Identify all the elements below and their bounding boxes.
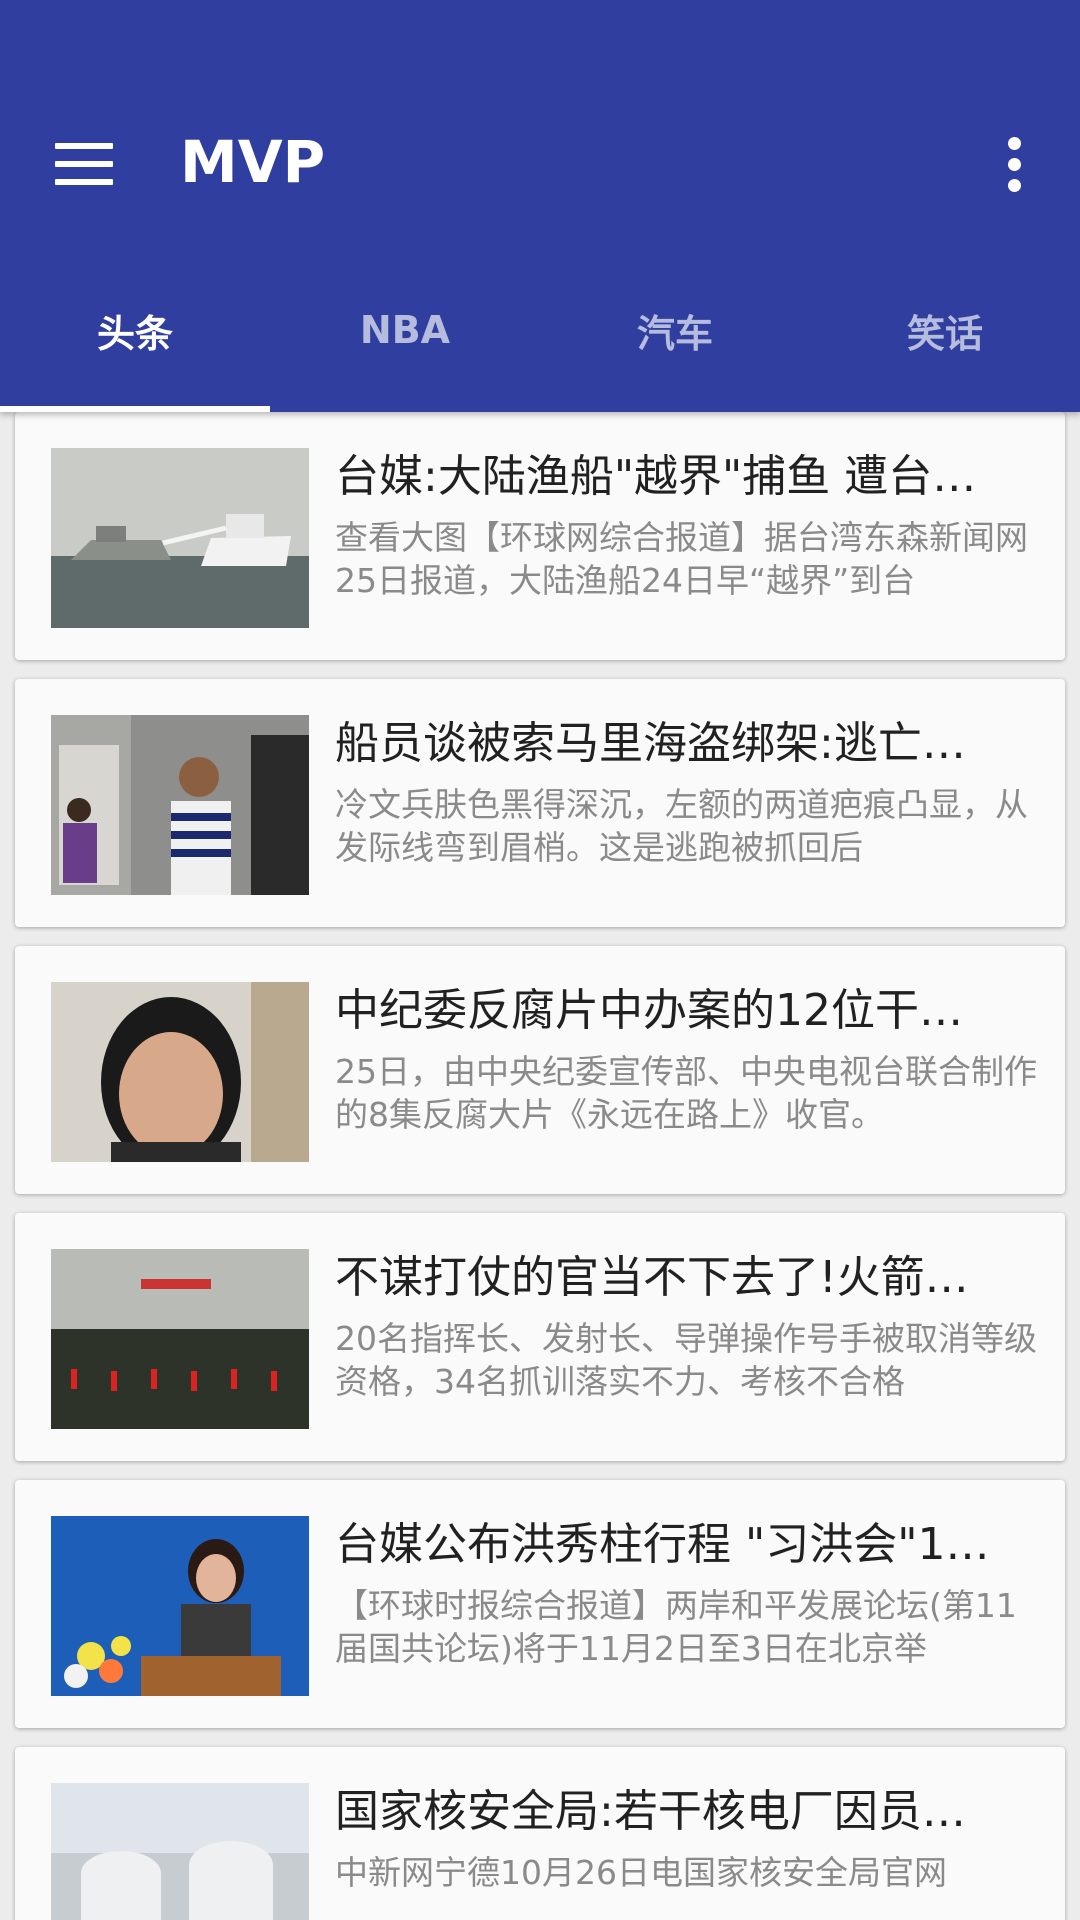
news-thumbnail	[51, 448, 309, 628]
news-thumbnail	[51, 1516, 309, 1696]
tab-bar: 头条 NBA 汽车 笑话	[0, 270, 1080, 412]
app-title: MVP	[180, 128, 326, 196]
news-description: 查看大图【环球网综合报道】据台湾东森新闻网25日报道，大陆渔船24日早“越界”到…	[335, 518, 1028, 600]
tab-cars[interactable]: 汽车	[540, 270, 810, 412]
news-card[interactable]: 中纪委反腐片中办案的12位干… 25日，由中央纪委宣传部、中央电视台联合制作的8…	[15, 946, 1065, 1194]
news-thumbnail	[51, 1783, 309, 1920]
tab-jokes[interactable]: 笑话	[810, 270, 1080, 412]
tab-headlines[interactable]: 头条	[0, 270, 270, 412]
news-description: 中新网宁德10月26日电国家核安全局官网	[335, 1853, 947, 1892]
news-description: 冷文兵肤色黑得深沉，左额的两道疤痕凸显，从发际线弯到眉梢。这是逃跑被抓回后	[335, 785, 1028, 867]
news-list[interactable]: 台媒:大陆渔船"越界"捕鱼 遭台… 查看大图【环球网综合报道】据台湾东森新闻网2…	[0, 412, 1080, 1920]
news-title: 船员谈被索马里海盗绑架:逃亡…	[335, 718, 966, 769]
news-thumbnail	[51, 715, 309, 895]
tab-nba[interactable]: NBA	[270, 270, 540, 412]
hamburger-menu-icon[interactable]	[36, 124, 132, 204]
news-title: 国家核安全局:若干核电厂因员…	[335, 1786, 966, 1837]
news-description: 20名指挥长、发射长、导弹操作号手被取消等级资格，34名抓训落实不力、考核不合格	[335, 1319, 1037, 1401]
news-thumbnail	[51, 1249, 309, 1429]
news-title: 台媒公布洪秀柱行程 "习洪会"1…	[335, 1519, 990, 1570]
news-card[interactable]: 船员谈被索马里海盗绑架:逃亡… 冷文兵肤色黑得深沉，左额的两道疤痕凸显，从发际线…	[15, 679, 1065, 927]
more-vert-icon[interactable]	[990, 132, 1038, 196]
news-title: 台媒:大陆渔船"越界"捕鱼 遭台…	[335, 451, 977, 502]
news-card[interactable]: 台媒公布洪秀柱行程 "习洪会"1… 【环球时报综合报道】两岸和平发展论坛(第11…	[15, 1480, 1065, 1728]
news-card[interactable]: 不谋打仗的官当不下去了!火箭… 20名指挥长、发射长、导弹操作号手被取消等级资格…	[15, 1213, 1065, 1461]
news-title: 不谋打仗的官当不下去了!火箭…	[335, 1252, 969, 1303]
app-bar: MVP 头条 NBA 汽车 笑话	[0, 0, 1080, 412]
news-card[interactable]: 台媒:大陆渔船"越界"捕鱼 遭台… 查看大图【环球网综合报道】据台湾东森新闻网2…	[15, 412, 1065, 660]
news-title: 中纪委反腐片中办案的12位干…	[335, 985, 963, 1036]
news-description: 25日，由中央纪委宣传部、中央电视台联合制作的8集反腐大片《永远在路上》收官。	[335, 1052, 1037, 1134]
news-description: 【环球时报综合报道】两岸和平发展论坛(第11届国共论坛)将于11月2日至3日在北…	[335, 1586, 1017, 1668]
news-card[interactable]: 国家核安全局:若干核电厂因员… 中新网宁德10月26日电国家核安全局官网	[15, 1747, 1065, 1920]
news-thumbnail	[51, 982, 309, 1162]
tab-indicator	[0, 406, 270, 412]
